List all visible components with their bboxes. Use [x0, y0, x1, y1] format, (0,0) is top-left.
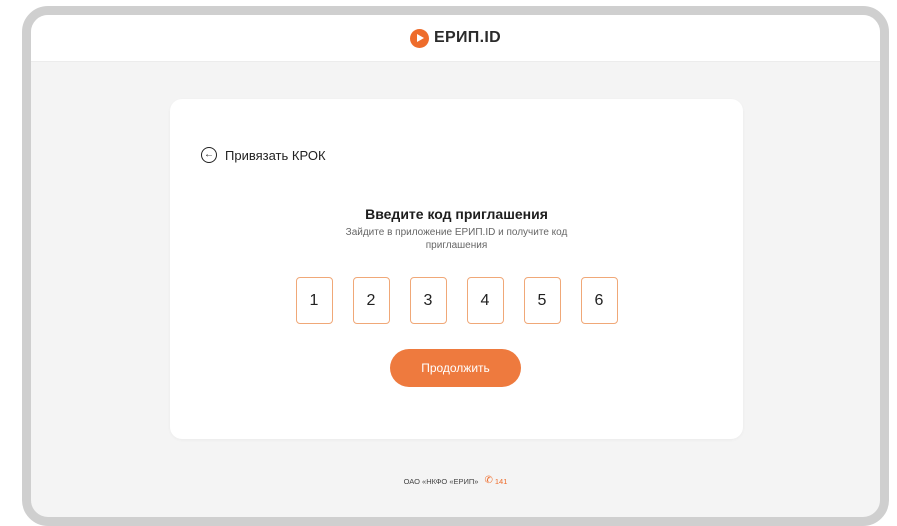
device-frame: ЕРИП.ID ← Привязать КРОК Введите код при…	[22, 6, 889, 526]
invite-code-card: ← Привязать КРОК Введите код приглашения…	[170, 99, 743, 439]
phone-link[interactable]: ✆ 141	[484, 476, 507, 486]
code-digit-input-3[interactable]: 3	[409, 277, 447, 324]
code-digit-input-1[interactable]: 1	[295, 277, 333, 324]
erip-logo[interactable]: ЕРИП.ID	[410, 28, 501, 48]
code-digit-input-5[interactable]: 5	[523, 277, 561, 324]
code-input-group: 1 2 3 4 5 6	[170, 277, 743, 324]
top-bar: ЕРИП.ID	[31, 15, 880, 62]
code-digit-input-4[interactable]: 4	[466, 277, 504, 324]
footer: ОАО «НКФО «ЕРИП» ✆ 141	[31, 476, 880, 486]
code-digit-input-2[interactable]: 2	[352, 277, 390, 324]
code-digit-input-6[interactable]: 6	[580, 277, 618, 324]
erip-play-icon	[410, 28, 430, 48]
brand-name: ЕРИП.ID	[434, 29, 501, 46]
continue-button[interactable]: Продолжить	[390, 349, 521, 387]
page-title: Введите код приглашения	[365, 206, 548, 222]
arrow-left-circle-icon: ←	[201, 147, 217, 163]
phone-icon: ✆	[484, 475, 493, 486]
back-link[interactable]: ← Привязать КРОК	[201, 147, 326, 163]
phone-number: 141	[494, 476, 508, 486]
company-name: ОАО «НКФО «ЕРИП»	[403, 476, 479, 486]
back-label: Привязать КРОК	[225, 147, 326, 163]
page-subtitle: Зайдите в приложение ЕРИП.ID и получите …	[345, 227, 568, 251]
